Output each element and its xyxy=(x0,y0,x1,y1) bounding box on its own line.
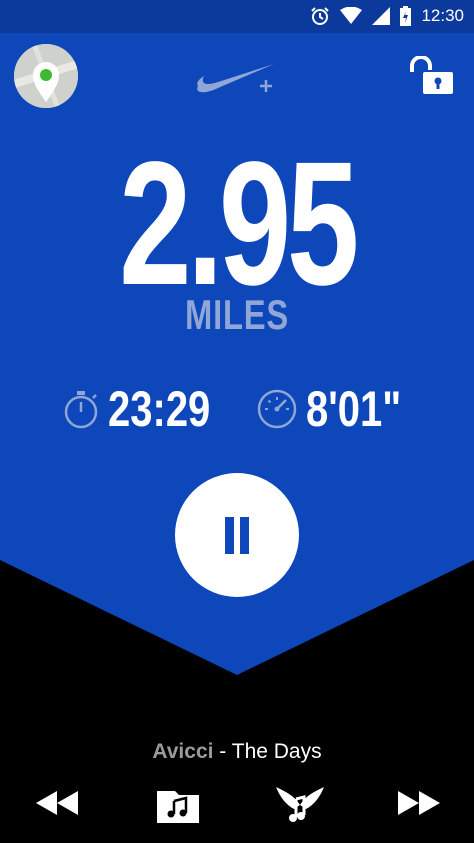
stopwatch-icon xyxy=(64,391,98,429)
pause-icon xyxy=(240,517,249,554)
rewind-icon[interactable] xyxy=(36,791,78,815)
duration-value: 23:29 xyxy=(108,381,211,437)
duration-stat: 23:29 xyxy=(62,380,236,438)
distance-value: 2.95 xyxy=(119,126,359,322)
powersong-icon[interactable] xyxy=(276,781,324,825)
speedometer-icon xyxy=(257,389,297,429)
map-pin-icon xyxy=(14,44,78,108)
status-icons: 12:30 xyxy=(310,6,464,26)
distance-unit: MILES xyxy=(184,291,290,338)
status-bar: 12:30 xyxy=(0,0,474,33)
track-title: - The Days xyxy=(219,740,322,763)
nike-plus-logo xyxy=(197,64,274,93)
now-playing: Avicci - The Days xyxy=(0,740,474,764)
music-controls xyxy=(0,778,474,828)
wifi-icon xyxy=(340,7,363,24)
signal-icon xyxy=(372,7,391,25)
track-artist: Avicci xyxy=(152,740,214,763)
unlock-icon[interactable] xyxy=(408,56,454,96)
pause-icon xyxy=(225,517,234,554)
alarm-icon xyxy=(311,7,330,25)
map-button[interactable] xyxy=(14,44,78,108)
battery-icon xyxy=(400,6,412,26)
fast-forward-icon[interactable] xyxy=(398,791,440,815)
pace-stat: 8'01" xyxy=(256,380,425,438)
music-library-icon[interactable] xyxy=(157,785,199,823)
status-time: 12:30 xyxy=(421,6,464,25)
pause-button[interactable] xyxy=(175,473,299,597)
pace-value: 8'01" xyxy=(306,381,402,437)
